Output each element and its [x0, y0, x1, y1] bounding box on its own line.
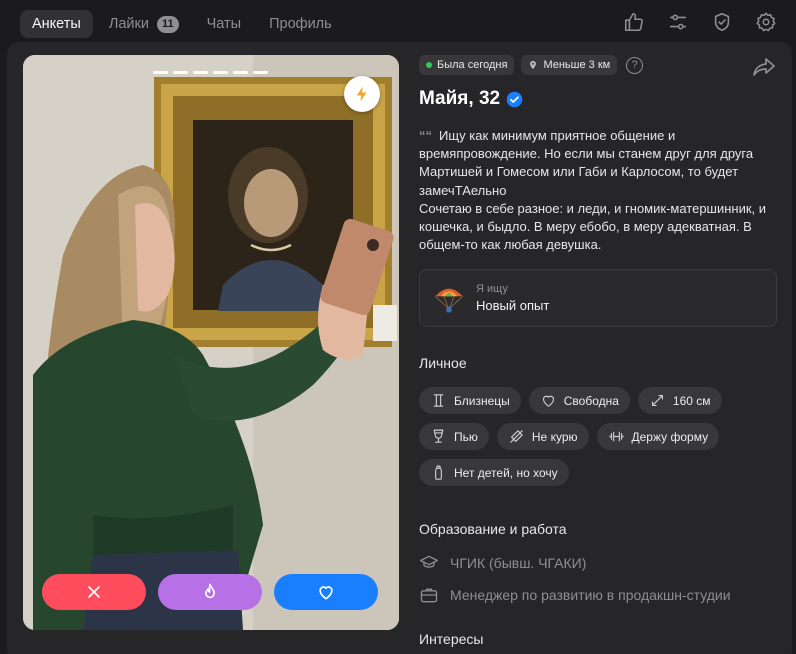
superlike-button[interactable] — [158, 574, 262, 610]
quote-icon: ““ — [419, 128, 432, 143]
tag-smoking: Не курю — [496, 423, 589, 450]
education-row: ЧГИК (бывш. ЧГАКИ) — [419, 553, 779, 573]
tag-children: Нет детей, но хочу — [419, 459, 569, 486]
story-bar — [233, 71, 248, 74]
like-button[interactable] — [274, 574, 378, 610]
tab-profiles[interactable]: Анкеты — [20, 10, 93, 38]
profile-name: Майя, 32 — [419, 88, 523, 110]
interests-section-title: Интересы — [419, 631, 484, 647]
baby-bottle-icon — [435, 465, 442, 480]
close-icon — [88, 586, 100, 598]
tab-likes[interactable]: Лайки 11 — [97, 10, 191, 38]
tab-chats[interactable]: Чаты — [195, 10, 253, 38]
shield-check-icon[interactable] — [710, 10, 734, 34]
photo-scene — [23, 55, 399, 630]
thumbs-up-icon[interactable] — [622, 10, 646, 34]
tag-drinking: Пью — [419, 423, 489, 450]
tag-children-label: Нет детей, но хочу — [454, 465, 558, 480]
tag-smoking-label: Не курю — [531, 429, 578, 444]
tag-fitness: Держу форму — [596, 423, 720, 450]
story-bar — [213, 71, 228, 74]
story-bar — [153, 71, 168, 74]
online-dot-icon — [426, 62, 432, 68]
last-seen-text: Была сегодня — [437, 59, 508, 71]
dislike-button[interactable] — [42, 574, 146, 610]
profile-photo[interactable] — [23, 55, 399, 630]
personal-tags: Близнецы Свободна 160 см Пью Не курю Дер… — [419, 387, 779, 495]
tab-likes-label: Лайки — [108, 16, 149, 32]
graduation-cap-icon — [420, 555, 438, 568]
job-row: Менеджер по развитию в продакшн-студии — [419, 585, 779, 605]
distance-chip: Меньше 3 км — [521, 55, 618, 75]
story-progress — [153, 71, 268, 74]
tag-zodiac: Близнецы — [419, 387, 521, 414]
tag-relationship-label: Свободна — [563, 393, 619, 408]
tag-drinking-label: Пью — [454, 429, 478, 444]
photo-actions — [42, 574, 378, 610]
verified-icon — [506, 91, 523, 107]
tab-profiles-label: Анкеты — [32, 16, 81, 32]
tag-height-label: 160 см — [672, 393, 711, 408]
tab-chats-label: Чаты — [206, 16, 242, 32]
status-chips: Была сегодня Меньше 3 км ? — [419, 55, 779, 75]
tag-fitness-label: Держу форму — [631, 429, 709, 444]
story-bar — [193, 71, 208, 74]
height-icon — [651, 394, 663, 407]
briefcase-icon — [420, 588, 438, 603]
location-pin-icon — [530, 60, 537, 70]
story-bar — [253, 71, 268, 74]
flame-icon — [205, 583, 215, 599]
wine-glass-icon — [433, 429, 444, 443]
seeking-value: Новый опыт — [476, 298, 550, 313]
share-icon[interactable] — [752, 56, 776, 78]
heart-outline-icon — [542, 395, 554, 407]
tag-height: 160 см — [637, 387, 722, 414]
bio-line-2: Сочетаю в себе разное: и леди, и гномик-… — [419, 200, 767, 253]
tab-profile[interactable]: Профиль — [257, 10, 344, 38]
work-section-title: Образование и работа — [419, 521, 567, 537]
gemini-icon — [433, 394, 444, 407]
bio-line-1: Ищу как минимум приятное общение и время… — [419, 128, 754, 198]
parachute-icon — [435, 288, 463, 313]
name-age: Майя, 32 — [419, 88, 501, 109]
profile-bio: ““ Ищу как минимум приятное общение и вре… — [419, 127, 774, 254]
sliders-icon[interactable] — [666, 10, 690, 34]
dumbbell-icon — [609, 431, 623, 442]
last-seen-chip: Была сегодня — [419, 55, 515, 75]
personal-section-title: Личное — [419, 355, 467, 371]
education-text: ЧГИК (бывш. ЧГАКИ) — [450, 555, 587, 571]
boost-button[interactable] — [344, 76, 380, 112]
seeking-card: Я ищу Новый опыт — [419, 269, 777, 327]
seeking-label: Я ищу — [476, 283, 508, 295]
job-text: Менеджер по развитию в продакшн-студии — [450, 587, 731, 603]
gear-icon[interactable] — [754, 10, 778, 34]
story-bar — [173, 71, 188, 74]
tab-profile-label: Профиль — [269, 16, 332, 32]
nav-icons — [622, 10, 778, 34]
tag-relationship: Свободна — [528, 387, 630, 414]
distance-text: Меньше 3 км — [543, 59, 611, 71]
tag-zodiac-label: Близнецы — [454, 393, 510, 408]
likes-count-badge: 11 — [156, 15, 179, 33]
help-icon[interactable]: ? — [626, 56, 644, 74]
heart-icon — [319, 586, 333, 600]
lightning-icon — [356, 86, 367, 102]
top-nav: Анкеты Лайки 11 Чаты Профиль — [0, 0, 796, 48]
no-smoking-icon — [510, 430, 523, 443]
